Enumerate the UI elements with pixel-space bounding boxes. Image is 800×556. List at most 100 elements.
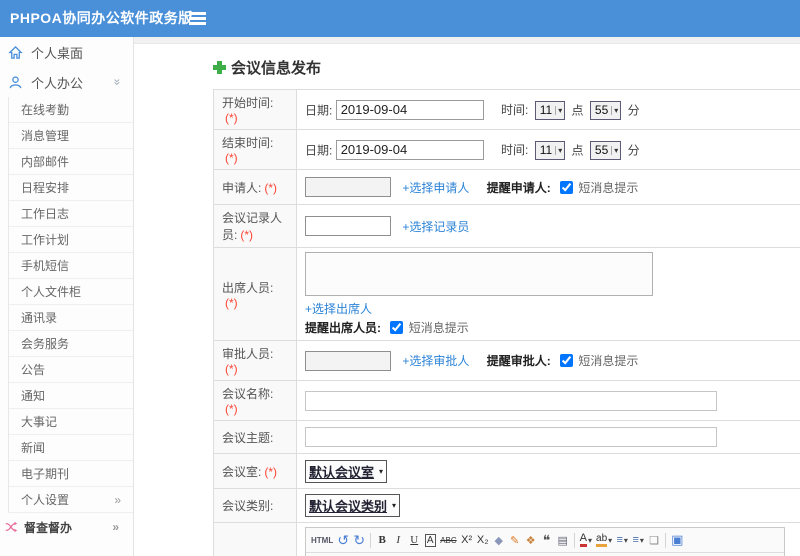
italic-button[interactable]: I (390, 530, 406, 550)
toolbar-separator[interactable] (370, 532, 372, 548)
sidebar-item-label: 消息管理 (21, 129, 70, 143)
sidebar-item-mobile-sms[interactable]: 手机短信 (9, 253, 133, 279)
choose-recorder-link[interactable]: +选择记录员 (402, 220, 469, 234)
end-minute-select[interactable]: 55 ▾ (589, 140, 622, 160)
toolbar-glyph: ab (596, 533, 608, 547)
sidebar-item-personal-desktop[interactable]: 个人桌面 (0, 37, 133, 67)
sidebar-item-announcement[interactable]: 公告 (9, 357, 133, 383)
subscript-button[interactable]: X₂ (475, 530, 491, 550)
hamburger-menu-icon[interactable] (189, 12, 206, 25)
underline-button[interactable]: U (406, 530, 422, 550)
undo-icon[interactable]: ↺ (335, 530, 351, 550)
toolbar-glyph: ≡ (616, 534, 623, 546)
meeting-category-select[interactable]: 默认会议类别 ▾ (305, 494, 401, 517)
attendees-textarea[interactable] (305, 252, 653, 296)
choose-attendees-link[interactable]: +选择出席人 (305, 302, 372, 316)
end-date-input[interactable] (335, 139, 484, 160)
chevron-right-icon: » (114, 492, 121, 507)
choose-approver-link[interactable]: +选择审批人 (402, 354, 469, 368)
blockquote-button[interactable]: ❝ (539, 530, 555, 550)
new-page-button[interactable]: ❏ (646, 530, 662, 550)
dropdown-arrow-icon: ▾ (608, 535, 613, 545)
remind-approver-label: 提醒审批人: (486, 354, 551, 368)
redo-icon[interactable]: ↻ (351, 530, 367, 550)
sidebar-item-personal-settings[interactable]: 个人设置 » (9, 487, 133, 513)
clean-style-icon[interactable]: ❖ (523, 530, 539, 550)
strikethrough-button[interactable]: ABC (438, 530, 458, 550)
content-label-cell (213, 522, 297, 556)
sidebar-item-label: 工作日志 (21, 207, 70, 221)
sidebar-item-work-log[interactable]: 工作日志 (9, 201, 133, 227)
approver-value-cell: +选择审批人 提醒审批人: 短消息提示 (296, 340, 800, 381)
choose-applicant-link[interactable]: +选择申请人 (402, 181, 469, 195)
dropdown-arrow-icon: ▾ (555, 105, 562, 115)
font-color-button[interactable]: A ▾ (578, 530, 594, 550)
font-border-button[interactable]: A (422, 530, 438, 550)
start-date-input[interactable] (335, 99, 484, 120)
bold-button[interactable]: B (374, 530, 390, 550)
sidebar-item-schedule[interactable]: 日程安排 (9, 175, 133, 201)
meeting-subject-input[interactable] (305, 427, 717, 447)
sidebar-item-personal-office[interactable]: 个人办公 » (0, 67, 133, 97)
end-time-value-cell: 日期: 时间: 11▾ 点 55▾ 分 (296, 129, 800, 170)
toolbar-glyph: X² (461, 534, 473, 546)
dropdown-arrow-icon: ▾ (639, 535, 644, 545)
start-hour-select[interactable]: 11 ▾ (534, 100, 566, 120)
html-source-button[interactable]: HTML (309, 530, 335, 550)
table-row: 会议主题: (213, 420, 800, 454)
toolbar-glyph: ▤ (557, 534, 568, 547)
superscript-button[interactable]: X² (459, 530, 475, 550)
sidebar-item-memorabilia[interactable]: 大事记 (9, 409, 133, 435)
format-brush-icon[interactable]: ✎ (507, 530, 523, 550)
app-title: PHPOA协同办公软件政务版 (10, 10, 193, 26)
eraser-icon[interactable]: ◆ (491, 530, 507, 550)
select-value: 11 (539, 103, 553, 117)
applicant-sms-checkbox[interactable] (560, 180, 574, 194)
hour-unit: 点 (571, 143, 584, 157)
meeting-room-select[interactable]: 默认会议室 ▾ (305, 459, 388, 483)
shuffle-icon (5, 521, 18, 533)
end-hour-select[interactable]: 11 ▾ (534, 140, 566, 160)
approver-sms-checkbox[interactable] (560, 354, 574, 367)
recorder-input[interactable] (305, 216, 391, 236)
attendees-sms-checkbox[interactable] (390, 321, 404, 334)
sidebar-item-online-attendance[interactable]: 在线考勤 (9, 97, 133, 123)
user-icon (9, 75, 22, 88)
highlight-color-button[interactable]: ab ▾ (594, 530, 614, 550)
sidebar-item-work-plan[interactable]: 工作计划 (9, 227, 133, 253)
toolbar-separator[interactable] (573, 532, 575, 548)
sidebar-item-notice[interactable]: 通知 (9, 383, 133, 409)
meeting-name-value-cell (296, 380, 800, 421)
approver-label-cell: 审批人员:(*) (213, 340, 297, 381)
meeting-category-label-cell: 会议类别: (213, 488, 297, 523)
dropdown-arrow-icon: ▾ (611, 145, 618, 155)
sidebar-item-e-journal[interactable]: 电子期刊 (9, 461, 133, 487)
paste-text-icon[interactable]: ▤ (555, 530, 571, 550)
toolbar-separator[interactable] (665, 532, 667, 548)
start-minute-select[interactable]: 55 ▾ (589, 100, 622, 120)
sidebar-item-conference-service[interactable]: 会务服务 (9, 331, 133, 357)
sms-notify-label: 短消息提示 (578, 180, 639, 195)
sidebar-item-label: 通知 (21, 389, 46, 403)
required-mark: (*) (264, 180, 278, 195)
fullscreen-button[interactable]: ▣ (669, 530, 685, 550)
meeting-name-input[interactable] (305, 390, 717, 411)
unordered-list-button[interactable]: ≡ ▾ (630, 530, 646, 550)
select-value: 默认会议类别 (309, 499, 388, 514)
sms-notify-label: 短消息提示 (408, 321, 469, 335)
sidebar-item-personal-cabinet[interactable]: 个人文件柜 (9, 279, 133, 305)
hour-unit: 点 (571, 103, 584, 117)
applicant-input[interactable] (305, 177, 391, 197)
sidebar-item-label: 手机短信 (21, 259, 70, 273)
required-mark: (*) (225, 295, 238, 310)
sidebar-item-contacts[interactable]: 通讯录 (9, 305, 133, 331)
toolbar-glyph: ↻ (353, 531, 366, 548)
sidebar-item-news[interactable]: 新闻 (9, 435, 133, 461)
ordered-list-button[interactable]: ≡ ▾ (614, 530, 630, 550)
field-label: 开始时间: (222, 96, 274, 110)
sidebar-item-supervision[interactable]: 督查督办 » (0, 513, 133, 541)
approver-input[interactable] (305, 350, 391, 371)
toolbar-glyph: ▣ (671, 532, 684, 547)
sidebar-item-message-management[interactable]: 消息管理 (9, 123, 133, 149)
sidebar-item-internal-mail[interactable]: 内部邮件 (9, 149, 133, 175)
